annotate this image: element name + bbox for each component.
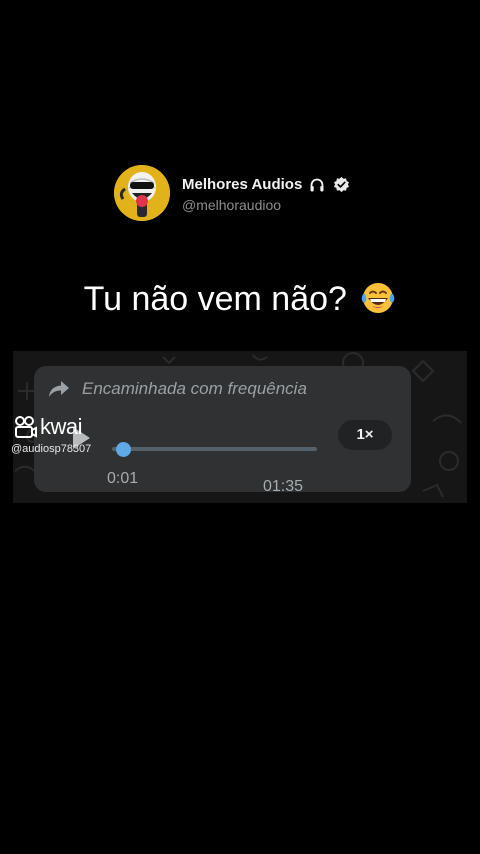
watermark-username: @audiosp78307: [11, 443, 92, 455]
headphones-icon: [310, 178, 324, 191]
author-avatar[interactable]: [114, 165, 170, 221]
face-with-tears-of-joy-icon: [362, 283, 395, 313]
playback-speed-button[interactable]: 1×: [338, 420, 392, 450]
audio-progress-thumb[interactable]: [115, 441, 131, 457]
microphone-mascot-icon: [114, 165, 170, 221]
forwarded-arrow-icon: [49, 381, 69, 397]
author-name-row: Melhores Audios: [182, 176, 350, 193]
voice-message-bubble: Encaminhada com frequência 0:01 01:35 1×: [34, 366, 411, 495]
author-name[interactable]: Melhores Audios: [182, 176, 302, 193]
kwai-watermark: kwai: [13, 414, 83, 440]
author-handle[interactable]: @melhoraudioo: [182, 197, 281, 213]
kwai-logo-icon: [15, 416, 37, 438]
forwarded-label: Encaminhada com frequência: [82, 379, 307, 398]
watermark-brand: kwai: [40, 414, 83, 439]
elapsed-time: 0:01: [107, 470, 139, 487]
post-author-header: Melhores Audios @melhoraudioo: [114, 165, 374, 221]
verified-badge-icon: [334, 176, 350, 193]
audio-progress-track[interactable]: [112, 441, 317, 457]
caption-text: Tu não vem não?: [83, 280, 347, 318]
post-caption: Tu não vem não?: [0, 280, 480, 319]
total-duration: 01:35: [263, 478, 304, 495]
